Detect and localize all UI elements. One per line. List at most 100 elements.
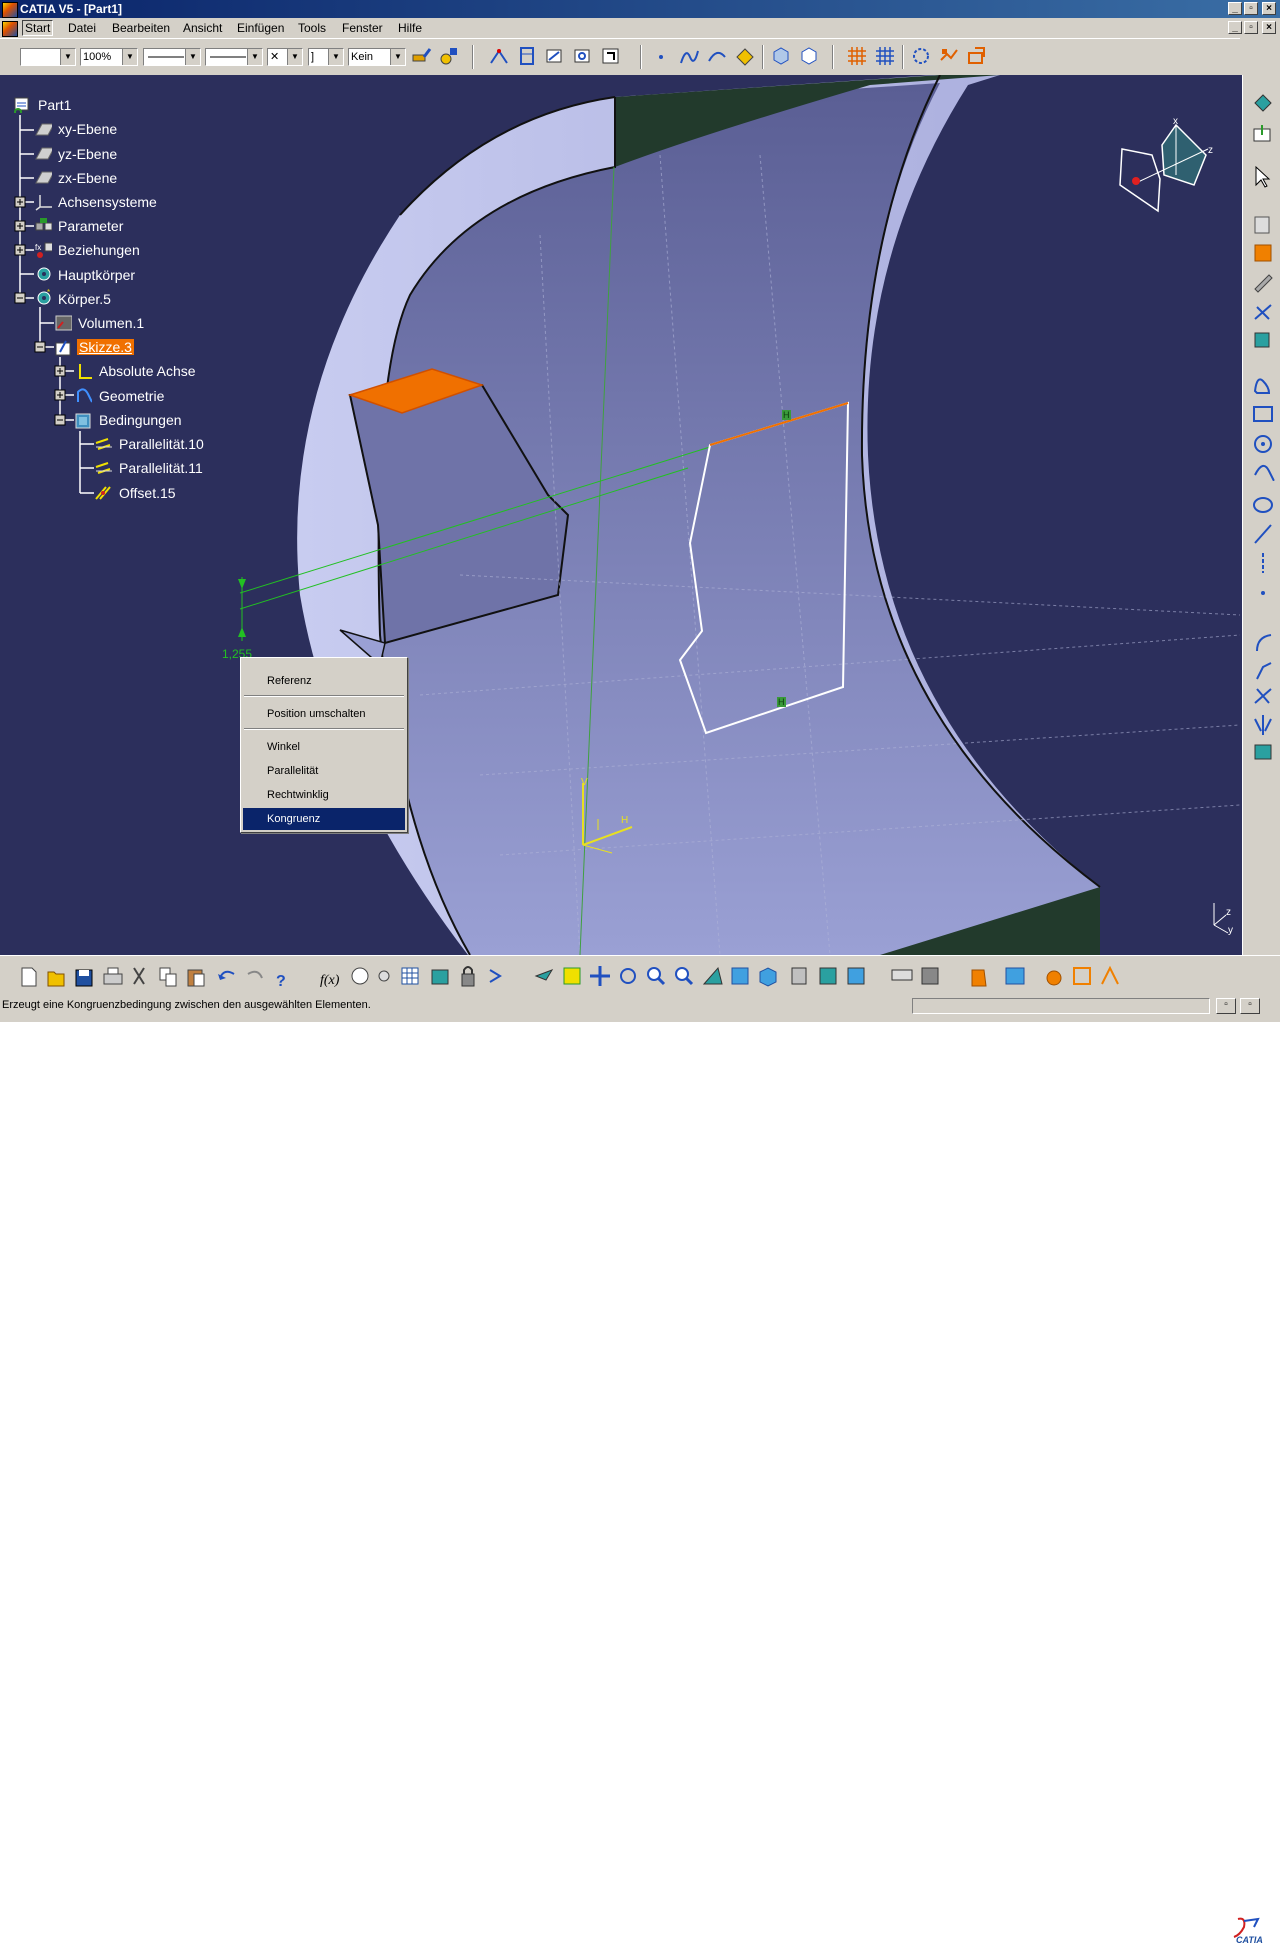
zoom-out-icon[interactable] (675, 967, 694, 986)
iso-view-icon[interactable] (759, 967, 777, 987)
tree-node-xy-plane[interactable]: xy-Ebene (58, 121, 117, 137)
snap-grid-icon[interactable] (874, 45, 896, 67)
project-edges-icon[interactable] (1254, 744, 1272, 760)
doc-close-button[interactable]: × (1262, 21, 1276, 34)
edit-pencil-icon[interactable] (1254, 274, 1273, 293)
plane-icon[interactable] (34, 145, 52, 163)
volume-icon[interactable] (54, 313, 72, 331)
new-document-icon[interactable] (21, 967, 37, 987)
ctx-item-rechtwinklig[interactable]: Rechtwinklig (243, 784, 405, 806)
constraint-icon[interactable] (1073, 967, 1091, 985)
paste-icon[interactable] (187, 969, 205, 987)
analysis-icon[interactable] (910, 45, 932, 67)
fly-mode-icon[interactable] (489, 969, 502, 983)
menu-start[interactable]: Start (22, 20, 54, 36)
tree-node-relations[interactable]: Beziehungen (58, 242, 140, 258)
chevron-down-icon[interactable]: ▼ (328, 49, 343, 65)
exit-sketch-icon[interactable] (1254, 94, 1272, 112)
body-gear-icon[interactable] (34, 265, 52, 283)
cube-icon[interactable] (770, 45, 792, 67)
catia-app-icon[interactable] (2, 2, 18, 18)
point-symbol-combo[interactable]: ✕ ▼ (267, 48, 303, 66)
tree-node-body5[interactable]: Körper.5 (58, 291, 111, 307)
restore-button[interactable]: ▫ (1244, 2, 1258, 15)
swap-visible-space-icon[interactable] (847, 967, 865, 985)
menu-hilfe[interactable]: Hilfe (396, 21, 424, 35)
shading-icon[interactable] (791, 967, 807, 985)
hand-icon[interactable] (971, 969, 987, 987)
open-folder-icon[interactable] (47, 971, 65, 987)
menu-tools[interactable]: Tools (296, 21, 328, 35)
tree-node-parallelism10[interactable]: Parallelität.10 (119, 436, 204, 452)
redo-icon[interactable] (247, 970, 263, 979)
measure-item-icon[interactable] (921, 967, 939, 985)
save-icon[interactable] (75, 969, 93, 987)
chevron-down-icon[interactable]: ▼ (122, 49, 137, 65)
exit-workbench-icon[interactable] (966, 45, 988, 67)
zoom-in-icon[interactable] (647, 967, 666, 986)
ctx-item-referenz[interactable]: Referenz (243, 670, 405, 692)
status-window-button[interactable]: ▫ (1216, 998, 1236, 1014)
painter-icon[interactable] (410, 45, 432, 67)
catalog-icon[interactable] (431, 969, 449, 985)
multi-view-icon[interactable] (731, 967, 749, 985)
hide-show-icon[interactable] (819, 967, 837, 985)
table-icon[interactable] (401, 967, 419, 985)
3d-viewport[interactable]: 1,255 x z V H H H z y fx * Part1 xy-Eben… (0, 75, 1242, 955)
line-type-combo[interactable]: ▼ (205, 48, 263, 66)
tree-node-constraints[interactable]: Bedingungen (99, 412, 182, 428)
line-thickness-combo[interactable]: ▼ (143, 48, 201, 66)
minimize-button[interactable]: _ (1228, 2, 1242, 15)
document-icon[interactable] (2, 21, 18, 37)
circle-icon[interactable] (1254, 435, 1272, 453)
line-icon[interactable] (1254, 524, 1272, 544)
formula-icon[interactable]: f(x) (320, 973, 340, 988)
parallelism-icon[interactable] (94, 435, 112, 453)
axis-system-icon[interactable] (34, 193, 52, 211)
knowledge-advisor-icon[interactable] (351, 967, 369, 985)
fit-all-icon[interactable] (563, 967, 581, 985)
absolute-axis-icon[interactable] (74, 362, 92, 380)
doc-minimize-button[interactable]: _ (1228, 21, 1242, 34)
tree-node-yz-plane[interactable]: yz-Ebene (58, 146, 117, 162)
horizontal-constraint-badge[interactable]: H (782, 410, 791, 420)
point-tool-icon[interactable] (1261, 591, 1265, 595)
ctx-item-winkel[interactable]: Winkel (243, 736, 405, 758)
help-whats-this-icon[interactable]: ? (276, 973, 286, 990)
transparency-combo[interactable]: 100% ▼ (80, 48, 138, 66)
plane-icon[interactable] (34, 169, 52, 187)
menu-fenster[interactable]: Fenster (340, 21, 385, 35)
layer-combo[interactable]: Kein ▼ (348, 48, 406, 66)
offset-icon[interactable] (94, 483, 112, 501)
tree-node-geometry[interactable]: Geometrie (99, 388, 164, 404)
light-bulb-icon[interactable] (378, 970, 390, 982)
pan-icon[interactable] (590, 966, 610, 986)
normal-view-icon[interactable] (702, 966, 723, 985)
rectangle-orange-icon[interactable] (1254, 244, 1272, 262)
chevron-down-icon[interactable]: ▼ (287, 49, 302, 65)
lock-icon[interactable] (461, 966, 475, 987)
chevron-down-icon[interactable]: ▼ (247, 49, 262, 65)
dimension-constraints-icon[interactable] (1101, 965, 1119, 985)
profile-sketch-icon[interactable] (1253, 378, 1271, 394)
menu-einfuegen[interactable]: Einfügen (235, 21, 286, 35)
grid-snap-icon[interactable] (516, 45, 538, 67)
spline-icon[interactable] (678, 45, 700, 67)
tree-node-main-body[interactable]: Hauptkörper (58, 267, 135, 283)
tree-node-zx-plane[interactable]: zx-Ebene (58, 170, 117, 186)
sketcher-constraint-icon[interactable] (488, 45, 510, 67)
arc-icon[interactable] (706, 45, 728, 67)
fly-icon[interactable] (534, 969, 554, 981)
select-arrow-icon[interactable] (1255, 165, 1271, 188)
ctx-item-parallelitaet[interactable]: Parallelität (243, 760, 405, 782)
parallelism-icon[interactable] (94, 459, 112, 477)
ellipse-icon[interactable] (1253, 497, 1273, 513)
close-button[interactable]: × (1262, 2, 1276, 15)
tree-node-absolute-axis[interactable]: Absolute Achse (99, 363, 196, 379)
sketch-icon[interactable] (54, 338, 72, 356)
undo-icon[interactable] (218, 970, 235, 980)
relations-icon[interactable]: fx (34, 241, 52, 259)
operation-icon[interactable] (1254, 304, 1272, 320)
chevron-down-icon[interactable]: ▼ (185, 49, 200, 65)
print-icon[interactable] (103, 967, 123, 985)
